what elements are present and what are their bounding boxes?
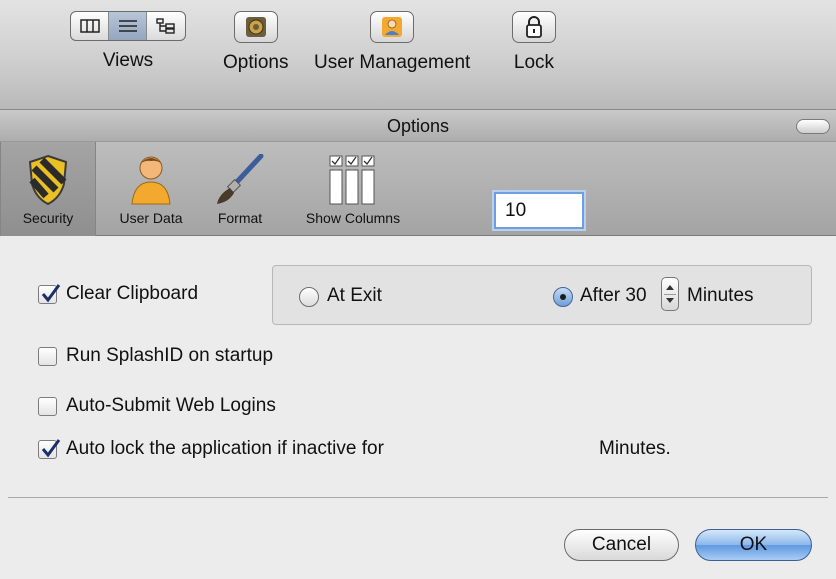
- toolbar-toggle-button[interactable]: [796, 119, 830, 134]
- auto-lock-checkbox[interactable]: [38, 439, 61, 459]
- security-settings-panel: Clear Clipboard At Exit After 30 Minutes…: [0, 237, 836, 497]
- views-label: Views: [102, 50, 154, 71]
- after-minutes-label: After 30: [580, 285, 647, 306]
- ok-button[interactable]: OK: [695, 529, 812, 561]
- auto-lock-suffix-label: Minutes.: [599, 438, 671, 459]
- columns-icon: [329, 155, 375, 205]
- auto-lock-label: Auto lock the application if inactive fo…: [66, 438, 384, 459]
- lock-toolbar-item[interactable]: Lock: [512, 11, 556, 74]
- lock-icon: [526, 16, 542, 38]
- auto-lock-minutes-input[interactable]: [494, 192, 584, 229]
- shield-icon: [28, 154, 68, 206]
- auto-submit-label: Auto-Submit Web Logins: [66, 395, 276, 416]
- clear-clipboard-label: Clear Clipboard: [66, 283, 199, 304]
- options-panel-title: Options: [386, 116, 450, 136]
- main-toolbar: Views Options User Management Lock: [0, 0, 836, 110]
- tree-view-button[interactable]: [147, 12, 185, 40]
- views-control: Views: [70, 11, 186, 72]
- stepper-up-arrow-icon[interactable]: [666, 285, 674, 290]
- lock-button[interactable]: [512, 11, 556, 43]
- after-minutes-radio[interactable]: [553, 287, 573, 307]
- tab-user-data[interactable]: User Data: [102, 142, 200, 236]
- tab-user-data-label: User Data: [119, 210, 183, 226]
- checkmark-icon: [41, 284, 61, 303]
- at-exit-label: At Exit: [327, 285, 382, 306]
- column-view-icon: [79, 19, 100, 33]
- clear-clipboard-options: At Exit After 30 Minutes: [272, 265, 812, 325]
- tab-security-label: Security: [22, 210, 74, 226]
- checkmark-icon: [41, 439, 61, 458]
- tab-format[interactable]: Format: [204, 142, 276, 236]
- options-title-bar: Options: [0, 110, 836, 142]
- run-on-startup-label: Run SplashID on startup: [66, 345, 274, 366]
- user-management-label: User Management: [314, 52, 471, 73]
- stepper-down-arrow-icon[interactable]: [666, 298, 674, 303]
- list-view-button[interactable]: [109, 12, 147, 40]
- column-view-button[interactable]: [71, 12, 109, 40]
- user-icon: [382, 17, 403, 37]
- tab-security[interactable]: Security: [0, 142, 96, 236]
- minutes-stepper[interactable]: [661, 277, 679, 311]
- views-segmented-control: [70, 11, 186, 41]
- lock-label: Lock: [513, 52, 555, 73]
- tree-view-icon: [156, 18, 175, 34]
- separator: [8, 497, 828, 498]
- options-label: Options: [223, 52, 289, 73]
- options-tab-bar: Security User Data Format Show Columns: [0, 142, 836, 236]
- tab-show-columns[interactable]: Show Columns: [283, 142, 423, 236]
- user-management-toolbar-item[interactable]: User Management: [314, 11, 470, 74]
- auto-submit-checkbox[interactable]: [38, 397, 57, 416]
- tab-format-label: Format: [217, 210, 263, 226]
- gear-icon: [245, 17, 266, 37]
- minutes-label: Minutes: [687, 285, 754, 306]
- user-management-button[interactable]: [370, 11, 415, 43]
- at-exit-radio[interactable]: [299, 287, 319, 307]
- options-button[interactable]: [233, 11, 278, 43]
- run-on-startup-checkbox[interactable]: [38, 347, 57, 366]
- options-toolbar-item[interactable]: Options: [223, 11, 288, 74]
- user-data-icon: [131, 156, 171, 205]
- paintbrush-icon: [217, 154, 264, 204]
- tab-show-columns-label: Show Columns: [305, 210, 401, 226]
- list-view-icon: [118, 20, 137, 32]
- cancel-button[interactable]: Cancel: [564, 529, 679, 561]
- clear-clipboard-checkbox[interactable]: [38, 284, 61, 304]
